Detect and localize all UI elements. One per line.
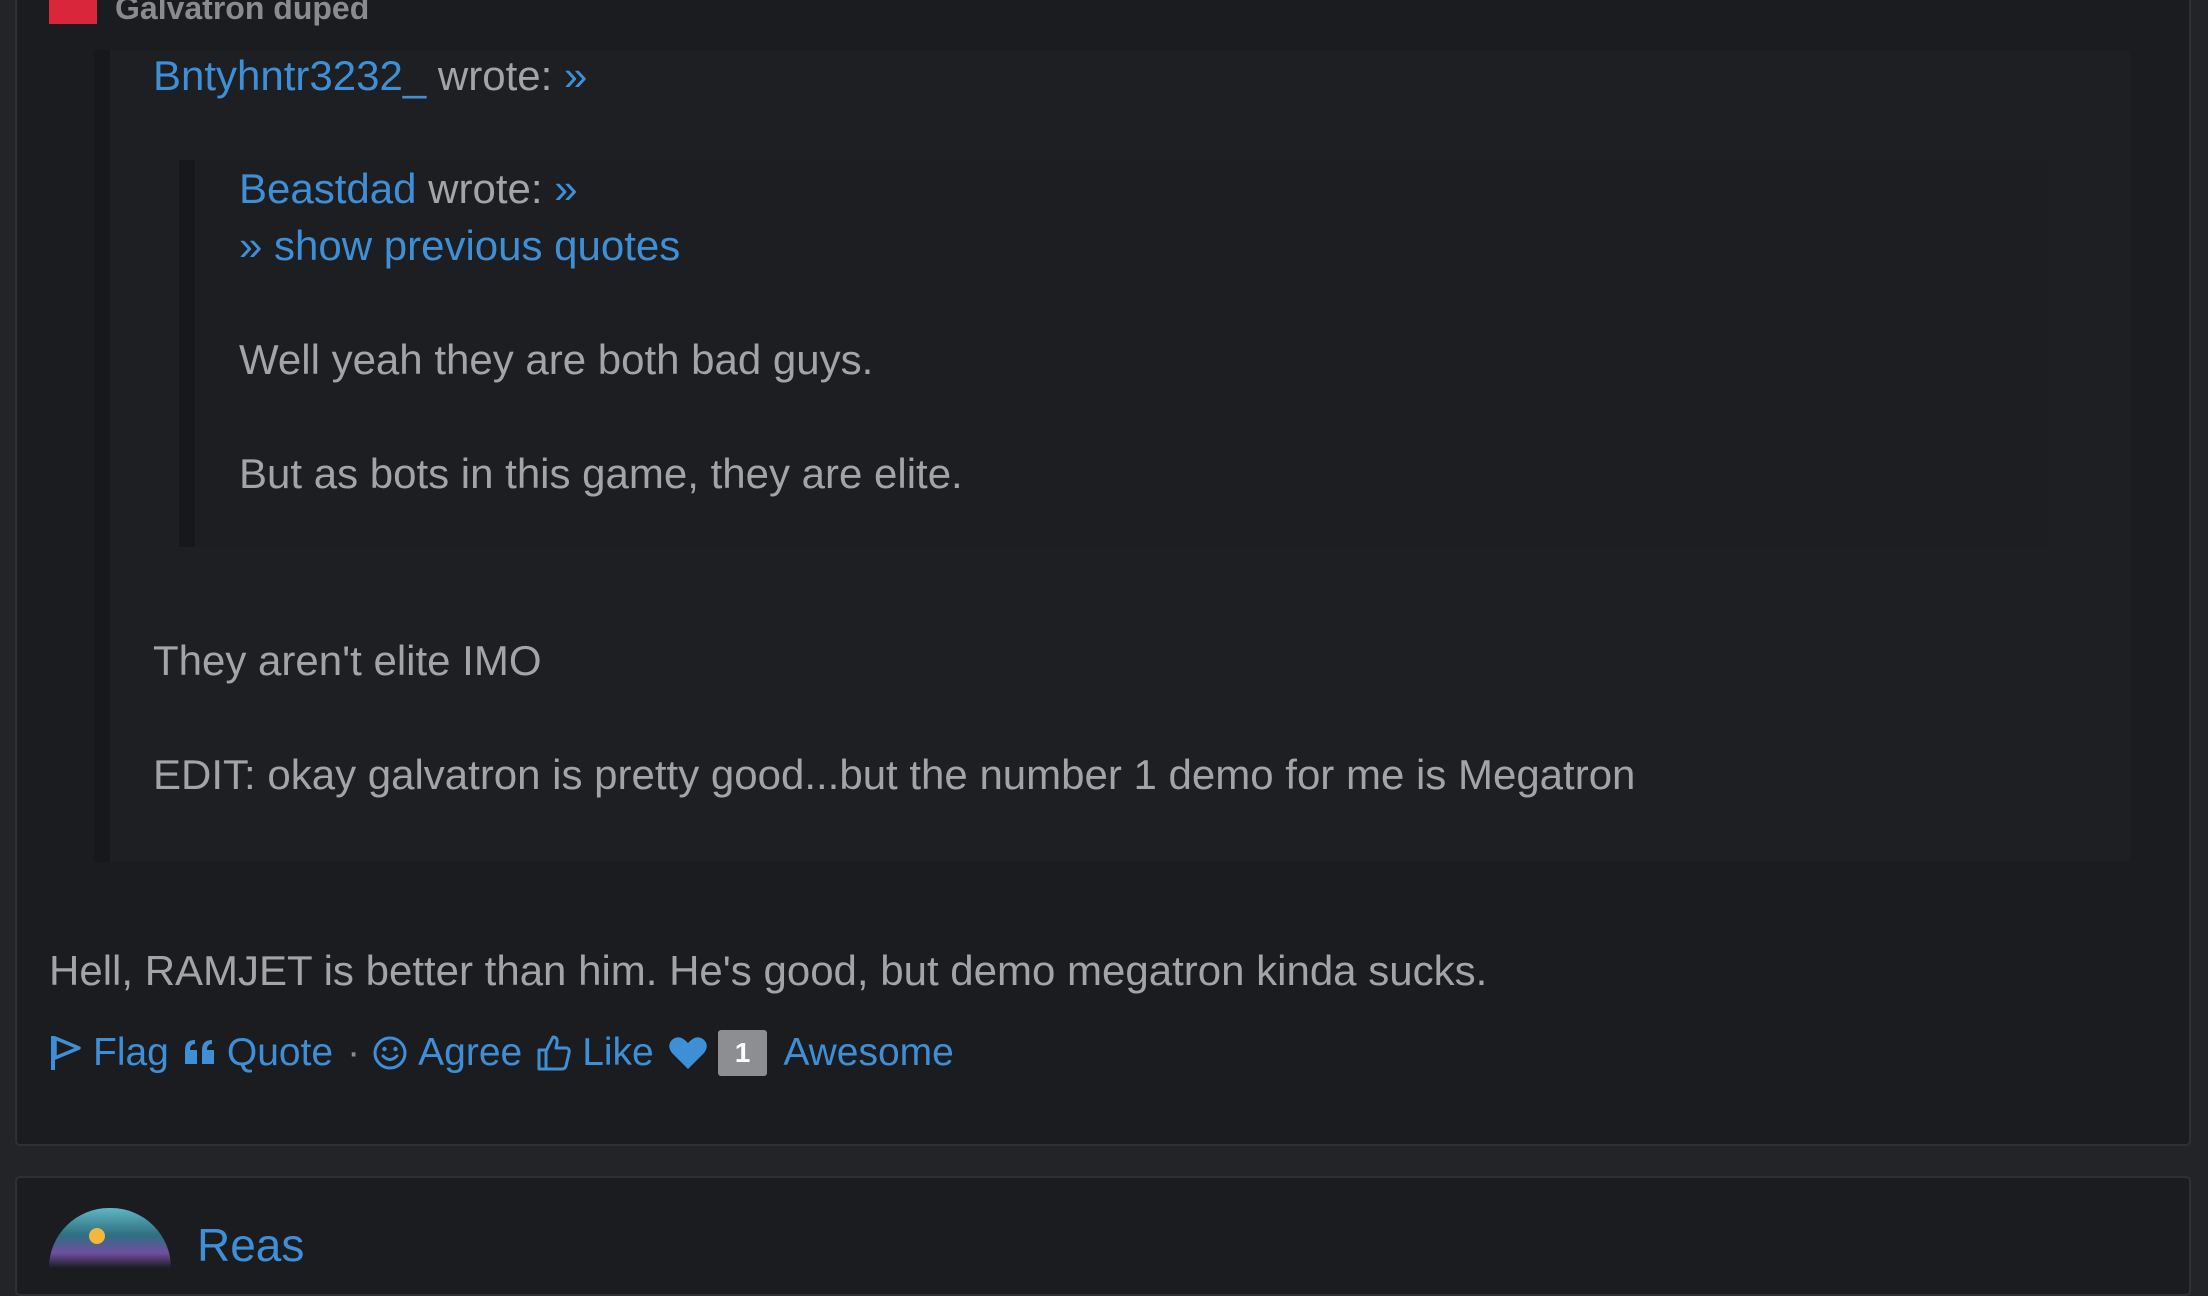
forum-post: Galvatron duped Bntyhntr3232_ wrote: » T…: [15, 0, 2191, 1146]
wrote-label: wrote:: [437, 52, 553, 99]
like-button[interactable]: Like: [536, 1031, 654, 1075]
forum-post: Reas: [15, 1176, 2191, 1296]
smiley-icon: [373, 1036, 407, 1070]
quote-text-line: But as bots in this game, they are elite…: [239, 450, 963, 497]
thumbs-up-icon: [537, 1035, 571, 1071]
quote-text-line: They aren't elite IMO: [153, 637, 542, 684]
user-rank-badge: [49, 0, 97, 24]
outer-quote-attribution: Bntyhntr3232_ wrote: »: [153, 52, 587, 100]
agree-button[interactable]: Agree: [372, 1031, 522, 1075]
post-body-text: Hell, RAMJET is better than him. He's go…: [49, 947, 1488, 994]
post-header-username[interactable]: Galvatron duped: [115, 0, 369, 27]
flag-icon: [51, 1036, 81, 1070]
quote-label: Quote: [226, 1031, 334, 1074]
inner-quote-attribution: Beastdad wrote: »: [239, 165, 578, 213]
awesome-count-badge: 1: [717, 1030, 768, 1076]
agree-label: Agree: [418, 1031, 523, 1074]
awesome-label: Awesome: [783, 1031, 954, 1074]
like-label: Like: [582, 1031, 654, 1074]
quote-author-link[interactable]: Beastdad: [239, 165, 416, 212]
quote-text-line: EDIT: okay galvatron is pretty good...bu…: [153, 751, 1636, 798]
jump-to-quote-link[interactable]: »: [554, 165, 577, 212]
post-action-bar: Flag Quote · Agree Like 1 Awesome: [49, 1025, 968, 1081]
post-username-link[interactable]: Reas: [197, 1218, 304, 1272]
show-previous-quotes-link[interactable]: » show previous quotes: [239, 222, 680, 270]
quote-icon: [184, 1040, 214, 1064]
post-header: Galvatron duped: [49, 0, 369, 27]
action-separator: ·: [347, 1031, 361, 1074]
flag-button[interactable]: Flag: [49, 1031, 169, 1075]
quote-text-line: Well yeah they are both bad guys.: [239, 336, 874, 383]
inner-quote-block: Beastdad wrote: » » show previous quotes…: [179, 160, 2049, 547]
heart-icon: [668, 1037, 707, 1069]
awesome-button[interactable]: 1 Awesome: [668, 1030, 954, 1076]
avatar[interactable]: [49, 1208, 171, 1268]
quote-button[interactable]: Quote: [183, 1031, 333, 1075]
wrote-label: wrote:: [428, 165, 543, 212]
flag-label: Flag: [93, 1031, 169, 1074]
quote-author-link[interactable]: Bntyhntr3232_: [153, 52, 426, 99]
jump-to-quote-link[interactable]: »: [564, 52, 587, 99]
